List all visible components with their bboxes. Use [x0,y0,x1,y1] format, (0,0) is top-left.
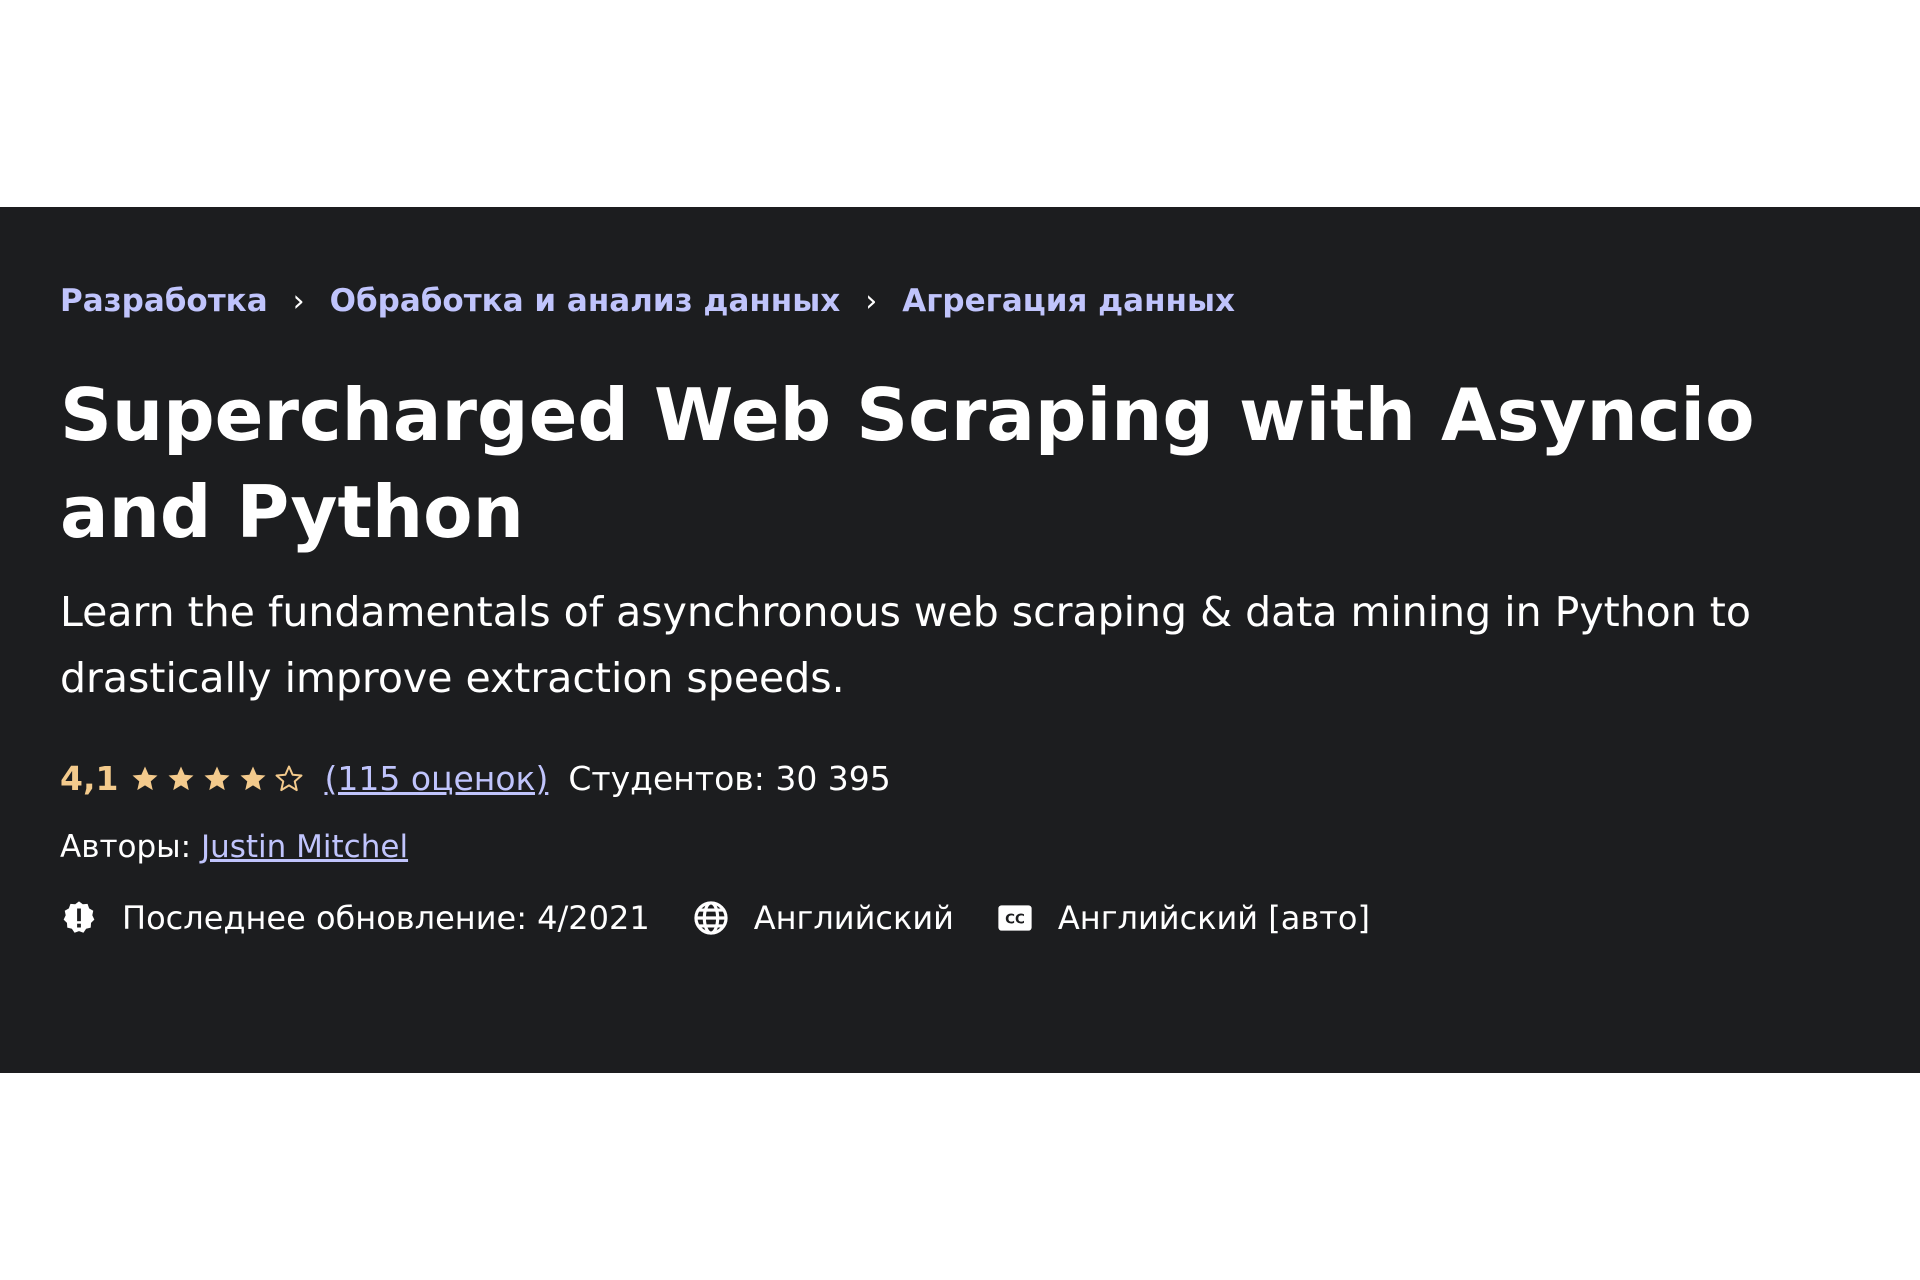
star-icon [204,766,230,790]
last-update-text: Последнее обновление: 4/2021 [122,899,650,937]
star-icon [240,766,266,790]
svg-text:CC: CC [1005,913,1025,928]
breadcrumb: Разработка › Обработка и анализ данных ›… [60,283,1235,319]
course-title: Supercharged Web Scraping with Asyncio a… [60,373,1755,554]
star-icon [168,766,194,790]
course-subtitle: Learn the fundamentals of asynchronous w… [60,588,1751,702]
star-icon [132,766,158,790]
rating-value: 4,1 [60,759,119,798]
course-header-banner: Разработка › Обработка и анализ данных ›… [0,207,1920,1073]
authors-row: Авторы: Justin Mitchel [60,829,408,865]
students-count: Студентов: 30 395 [568,759,891,798]
captions-text: Английский [авто] [1057,899,1370,937]
alert-badge-icon [63,901,95,933]
breadcrumb-item-development[interactable]: Разработка [60,283,268,319]
chevron-right-icon: › [292,283,305,319]
breadcrumb-item-data-aggregation[interactable]: Агрегация данных [902,283,1235,319]
rating-row: 4,1 (115 оценок) Студентов: 30 395 [60,759,891,798]
last-update-item: Последнее обновление: 4/2021 [60,899,650,937]
globe-icon [694,901,728,935]
captions-item: CC Английский [авто] [996,899,1370,937]
ratings-count-link[interactable]: (115 оценок) [324,759,548,798]
course-meta-row: Последнее обновление: 4/2021 Английский … [60,899,1412,937]
chevron-right-icon: › [865,283,878,319]
breadcrumb-item-data-processing[interactable]: Обработка и анализ данных [330,283,841,319]
authors-label: Авторы: [60,829,201,865]
star-rating [130,764,310,794]
language-text: Английский [753,899,954,937]
language-item: Английский [692,899,954,937]
star-icon [275,765,303,791]
author-link[interactable]: Justin Mitchel [201,829,408,865]
closed-captions-icon: CC [998,905,1032,931]
